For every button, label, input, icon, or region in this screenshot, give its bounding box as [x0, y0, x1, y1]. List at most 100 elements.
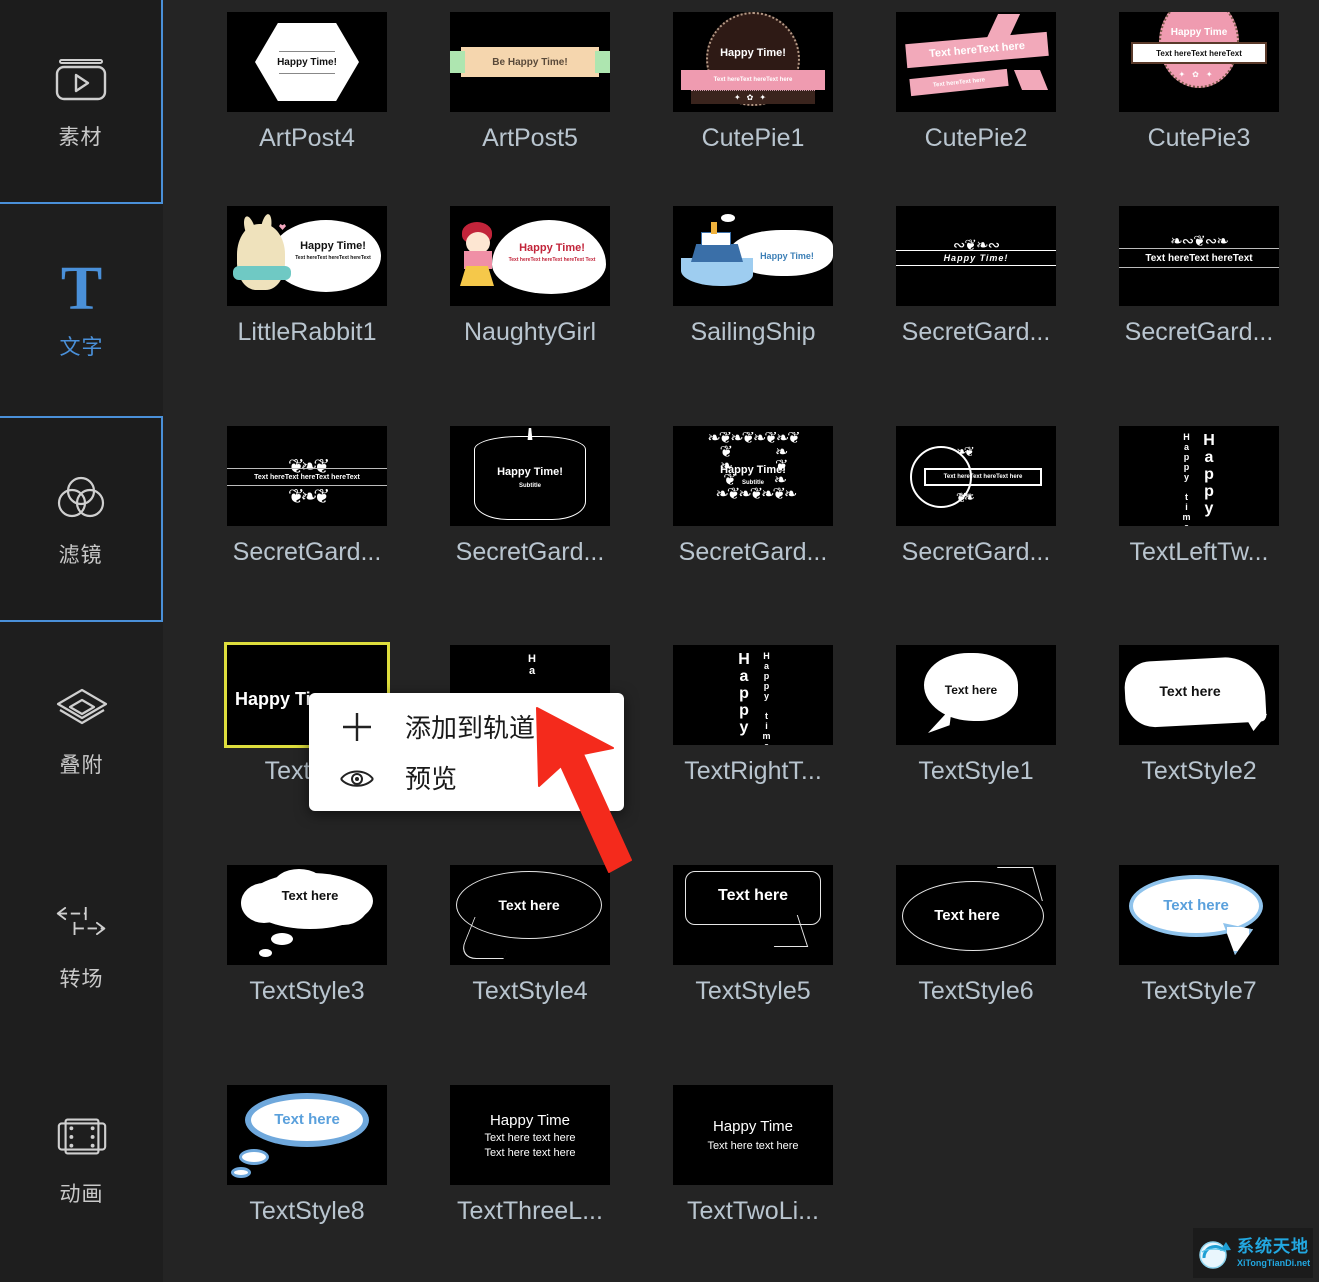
template-caption: SecretGard...: [430, 538, 630, 567]
grid-item[interactable]: Text here TextStyle4: [430, 865, 630, 1006]
sidebar-item-label: 转场: [60, 963, 104, 993]
grid-item[interactable]: Text here TextStyle1: [876, 645, 1076, 786]
template-caption: TextRightT...: [653, 757, 853, 786]
sidebar-item-filter[interactable]: 滤镜: [0, 416, 163, 622]
grid-item[interactable]: ❧❦❧❦❧❦❧❦❦ ❧❧ ❦ ❦ ❧ ❧❦❧❦❧❦❧ Happy Time! S…: [653, 426, 853, 567]
template-thumbnail[interactable]: Happy Time! Subtitle: [450, 426, 610, 526]
ship-hull: [691, 244, 743, 262]
sidebar-item-media[interactable]: 素材: [0, 0, 163, 204]
template-thumbnail[interactable]: Text here: [227, 865, 387, 965]
grid-item[interactable]: Happy time Happy TextLeftTw...: [1099, 426, 1299, 567]
grid-item[interactable]: Happy Time! Subtitle SecretGard...: [430, 426, 630, 567]
template-thumbnail[interactable]: Text here: [896, 865, 1056, 965]
template-thumbnail[interactable]: Happy Time!: [227, 12, 387, 112]
text-t-icon: T: [54, 261, 110, 317]
template-caption: CutePie1: [653, 124, 853, 153]
grid-item[interactable]: Happy Time Text here text here TextTwoLi…: [653, 1085, 853, 1226]
template-thumbnail[interactable]: Text hereText here Text hereText here: [896, 12, 1056, 112]
grid-item[interactable]: Be Happy Time! ArtPost5: [430, 12, 630, 153]
template-caption: TextStyle4: [430, 977, 630, 1006]
key-ornament: ❧❦: [956, 444, 972, 460]
overlay-layers-icon: [54, 679, 110, 735]
sidebar-item-text[interactable]: T 文字: [0, 208, 163, 414]
context-menu-item-preview[interactable]: 预览: [309, 752, 624, 803]
template-thumbnail[interactable]: Happy Time! Text hereText hereText here …: [673, 12, 833, 112]
sidebar-item-animation[interactable]: 动画: [0, 1055, 163, 1261]
template-thumbnail[interactable]: Happy Happy time: [673, 645, 833, 745]
ribbon-tail-b: [1014, 70, 1048, 90]
sidebar-item-overlay[interactable]: 叠附: [0, 626, 163, 832]
template-caption: SecretGard...: [207, 538, 407, 567]
sidebar-item-label: 动画: [60, 1178, 104, 1208]
grid-item[interactable]: Text here TextStyle8: [207, 1085, 407, 1226]
template-thumbnail[interactable]: Text here: [227, 1085, 387, 1185]
context-menu[interactable]: 添加到轨道 预览: [309, 693, 624, 811]
grid-item[interactable]: Happy Time Text here text here Text here…: [430, 1085, 630, 1226]
template-caption: TextStyle5: [653, 977, 853, 1006]
grid-item[interactable]: Text here TextStyle7: [1099, 865, 1299, 1006]
grid-item[interactable]: Happy Time! Text hereText hereText here …: [653, 12, 853, 153]
grid-item[interactable]: Text here TextStyle2: [1099, 645, 1299, 786]
app-root: 素材 T 文字 滤镜 叠附: [0, 0, 1319, 1282]
grid-item[interactable]: Happy Time! Text hereText hereText hereT…: [207, 206, 407, 347]
globe-arrow-logo: [1198, 1236, 1232, 1270]
sidebar-item-label: 滤镜: [59, 539, 103, 569]
grid-item[interactable]: Happy Time Text hereText hereText ✦✿✦ Cu…: [1099, 12, 1299, 153]
template-thumbnail[interactable]: Text here: [1119, 645, 1279, 745]
template-thumbnail[interactable]: Happy Time Text here text here Text here…: [450, 1085, 610, 1185]
pink-ribbon-bottom: Text hereText here: [909, 69, 1008, 96]
template-thumbnail[interactable]: Text here: [896, 645, 1056, 745]
template-thumbnail[interactable]: Be Happy Time!: [450, 12, 610, 112]
template-caption: SecretGard...: [876, 538, 1076, 567]
grid-item[interactable]: Happy Time! ArtPost4: [207, 12, 407, 153]
ornament-center-2: ❦❧❦: [227, 484, 387, 509]
grid-item[interactable]: Text here TextStyle3: [207, 865, 407, 1006]
plus-icon: [309, 710, 405, 744]
sidebar-item-transition[interactable]: 转场: [0, 840, 163, 1046]
template-thumbnail[interactable]: Happy Time!: [673, 206, 833, 306]
grid-item[interactable]: ❦❧❦ Text hereText hereText hereText ❦❧❦ …: [207, 426, 407, 567]
template-thumbnail[interactable]: Text here: [1119, 865, 1279, 965]
media-library-icon: [53, 51, 109, 107]
rabbit-scarf: [233, 266, 291, 280]
animation-filmstrip-icon: [54, 1108, 110, 1164]
template-caption: NaughtyGirl: [430, 318, 630, 347]
template-caption: TextStyle3: [207, 977, 407, 1006]
ornament-bar: Happy Time!: [896, 250, 1056, 266]
grid-item[interactable]: ❧∾❦∾❧ Text hereText hereText SecretGard.…: [1099, 206, 1299, 347]
template-thumbnail[interactable]: ❧❦❧❦❧❦❧❦❦ ❧❧ ❦ ❦ ❧ ❧❦❧❦❧❦❧ Happy Time! S…: [673, 426, 833, 526]
template-caption: CutePie3: [1099, 124, 1299, 153]
template-thumbnail[interactable]: Text here: [673, 865, 833, 965]
template-thumbnail[interactable]: Happy Time! Text hereText hereText hereT…: [450, 206, 610, 306]
grid-item[interactable]: Text hereText hereText here Subtitle ❧❦ …: [876, 426, 1076, 567]
watermark-cn: 系统天地: [1237, 1239, 1310, 1256]
grid-item[interactable]: Happy Time! Text hereText hereText hereT…: [430, 206, 630, 347]
grid-item[interactable]: Happy Time! SailingShip: [653, 206, 853, 347]
ship-cabin: [701, 232, 731, 246]
blue-dot-2: [231, 1167, 251, 1178]
context-menu-item-add-to-track[interactable]: 添加到轨道: [309, 701, 624, 752]
watermark: 系统天地 XiTongTianDi.net: [1193, 1228, 1313, 1278]
blue-bubble-tail: [1223, 923, 1253, 955]
thought-dot-2: [259, 949, 272, 957]
template-thumbnail[interactable]: Happy Time! Text hereText hereText hereT…: [227, 206, 387, 306]
template-thumbnail[interactable]: Happy Time Text hereText hereText ✦✿✦: [1119, 12, 1279, 112]
template-thumbnail[interactable]: Text here: [450, 865, 610, 965]
template-thumbnail[interactable]: ❧∾❦∾❧ Text hereText hereText: [1119, 206, 1279, 306]
template-thumbnail[interactable]: ∾❦❧∾ Happy Time!: [896, 206, 1056, 306]
template-caption: TextThreeL...: [430, 1197, 630, 1226]
grid-item[interactable]: Text here TextStyle5: [653, 865, 853, 1006]
grid-item[interactable]: Happy Happy time TextRightT...: [653, 645, 853, 786]
template-caption: TextLeftTw...: [1099, 538, 1299, 567]
template-thumbnail[interactable]: Happy time Happy: [1119, 426, 1279, 526]
template-thumbnail[interactable]: Text hereText hereText here Subtitle ❧❦ …: [896, 426, 1056, 526]
template-thumbnail[interactable]: ❦❧❦ Text hereText hereText hereText ❦❧❦: [227, 426, 387, 526]
grid-item[interactable]: Text hereText here Text hereText here Cu…: [876, 12, 1076, 153]
sidebar-item-label: 素材: [59, 121, 103, 151]
grid-item[interactable]: ∾❦❧∾ Happy Time! SecretGard...: [876, 206, 1076, 347]
ship-wave: [681, 258, 753, 286]
grid-item[interactable]: Text here TextStyle6: [876, 865, 1076, 1006]
watermark-en: XiTongTianDi.net: [1237, 1259, 1310, 1268]
pink-band: Text hereText hereText here: [681, 70, 825, 90]
template-thumbnail[interactable]: Happy Time Text here text here: [673, 1085, 833, 1185]
